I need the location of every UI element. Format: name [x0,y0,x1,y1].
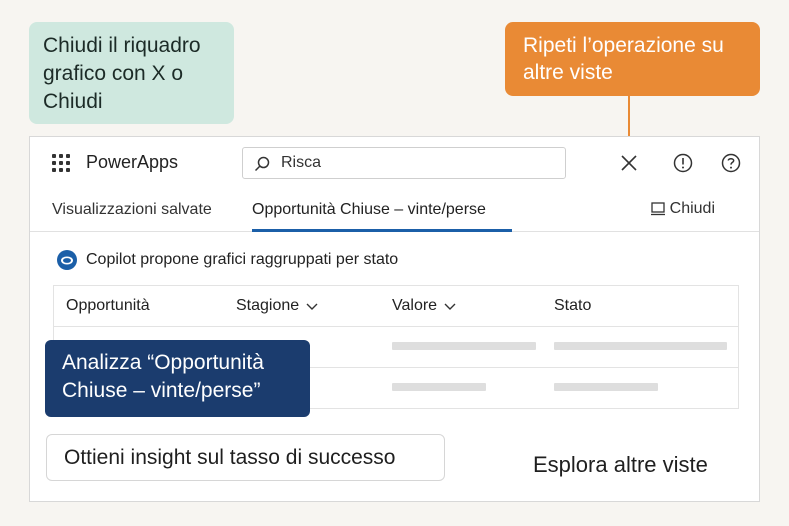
column-header-status[interactable]: Stato [554,297,591,315]
copilot-suggestion: Copilot propone grafici raggruppati per … [56,249,398,271]
placeholder-cell [392,383,486,391]
placeholder-cell [554,383,658,391]
close-chart-pane-button[interactable]: Chiudi [650,200,715,218]
chevron-down-icon [306,303,318,310]
table-header: Opportunità Stagione Valore Stato [54,286,738,327]
column-header-value-label: Valore [392,297,438,314]
close-icon[interactable] [617,151,641,175]
chevron-down-icon [444,303,456,310]
get-insights-button[interactable]: Ottieni insight sul tasso di successo [46,434,445,481]
analyze-view-callout: Analizza “Opportunità Chiuse – vinte/per… [45,340,310,417]
column-header-season[interactable]: Stagione [236,297,320,315]
top-bar: PowerApps Risca [30,137,759,189]
repeat-hint-callout: Ripeti l’operazione su altre viste [505,22,760,96]
tab-closed-opportunities[interactable]: Opportunità Chiuse – vinte/perse [252,201,486,219]
app-launcher-icon[interactable] [52,154,70,172]
column-header-opportunity[interactable]: Opportunità [66,297,150,315]
chart-pane-icon [650,202,665,216]
copilot-icon [57,250,77,270]
view-tabs: Visualizzazioni salvate Opportunità Chiu… [30,189,759,232]
tab-saved-views[interactable]: Visualizzazioni salvate [52,201,212,219]
search-input[interactable]: Risca [242,147,566,179]
search-icon [254,156,270,172]
active-tab-indicator [252,229,512,232]
close-hint-callout: Chiudi il riquadro grafico con X o Chiud… [29,22,234,124]
help-icon[interactable] [719,151,743,175]
explore-views-link[interactable]: Esplora altre viste [533,452,708,478]
copilot-message: Copilot propone grafici raggruppati per … [86,251,399,268]
alert-icon[interactable] [671,151,695,175]
app-title: PowerApps [86,152,179,172]
close-chart-pane-label: Chiudi [669,200,715,217]
column-header-season-label: Stagione [236,297,300,314]
column-header-value[interactable]: Valore [392,297,458,315]
search-value: Risca [281,154,322,171]
placeholder-cell [554,342,727,350]
placeholder-cell [392,342,536,350]
